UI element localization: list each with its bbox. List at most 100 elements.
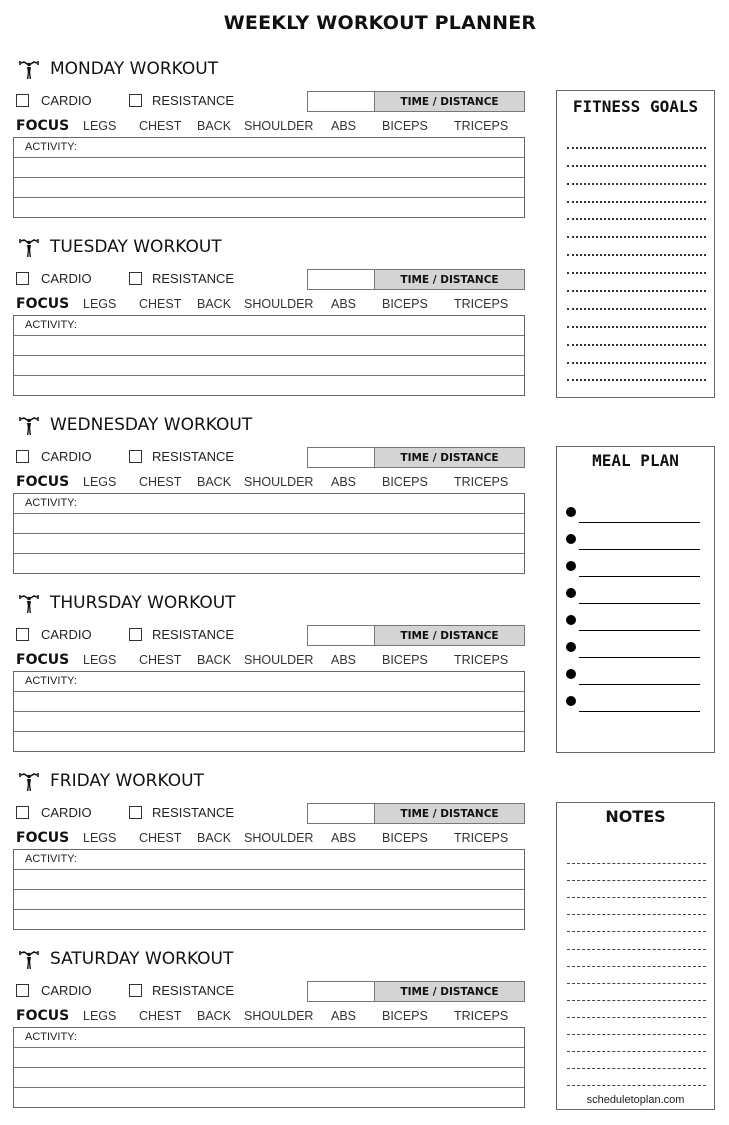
focus-option-abs[interactable]: ABS <box>331 119 356 133</box>
focus-option-shoulder[interactable]: SHOULDER <box>244 831 313 845</box>
activity-row[interactable]: ACTIVITY: <box>14 1028 524 1048</box>
time-distance-input[interactable] <box>308 448 375 467</box>
resistance-checkbox[interactable] <box>129 984 142 997</box>
focus-option-triceps[interactable]: TRICEPS <box>454 653 508 667</box>
note-line[interactable] <box>567 950 706 967</box>
cardio-checkbox[interactable] <box>16 450 29 463</box>
time-distance-input[interactable] <box>308 804 375 823</box>
activity-row[interactable] <box>14 554 524 573</box>
note-line[interactable] <box>567 967 706 984</box>
focus-option-triceps[interactable]: TRICEPS <box>454 297 508 311</box>
focus-option-abs[interactable]: ABS <box>331 297 356 311</box>
focus-option-shoulder[interactable]: SHOULDER <box>244 297 313 311</box>
cardio-checkbox[interactable] <box>16 94 29 107</box>
activity-row[interactable] <box>14 1088 524 1107</box>
focus-option-back[interactable]: BACK <box>197 1009 231 1023</box>
note-line[interactable] <box>567 1052 706 1070</box>
note-line[interactable] <box>567 1069 706 1087</box>
cardio-checkbox[interactable] <box>16 272 29 285</box>
note-line[interactable] <box>567 847 706 865</box>
resistance-checkbox[interactable] <box>129 450 142 463</box>
focus-option-triceps[interactable]: TRICEPS <box>454 831 508 845</box>
focus-option-shoulder[interactable]: SHOULDER <box>244 1009 313 1023</box>
goal-line[interactable] <box>567 310 706 328</box>
resistance-checkbox[interactable] <box>129 806 142 819</box>
activity-row[interactable] <box>14 534 524 554</box>
focus-option-abs[interactable]: ABS <box>331 653 356 667</box>
cardio-checkbox[interactable] <box>16 628 29 641</box>
goal-line[interactable] <box>567 220 706 239</box>
focus-option-biceps[interactable]: BICEPS <box>382 119 428 133</box>
focus-option-biceps[interactable]: BICEPS <box>382 475 428 489</box>
activity-row[interactable]: ACTIVITY: <box>14 672 524 692</box>
focus-option-chest[interactable]: CHEST <box>139 653 181 667</box>
focus-option-back[interactable]: BACK <box>197 831 231 845</box>
focus-option-chest[interactable]: CHEST <box>139 475 181 489</box>
goal-line[interactable] <box>567 131 706 149</box>
note-line[interactable] <box>567 1035 706 1053</box>
focus-option-legs[interactable]: LEGS <box>83 297 116 311</box>
activity-row[interactable] <box>14 732 524 751</box>
note-line[interactable] <box>567 1018 706 1036</box>
focus-option-back[interactable]: BACK <box>197 119 231 133</box>
activity-row[interactable] <box>14 336 524 356</box>
note-line[interactable] <box>567 864 706 882</box>
goal-line[interactable] <box>567 256 706 275</box>
activity-row[interactable] <box>14 198 524 217</box>
goal-line[interactable] <box>567 364 706 382</box>
focus-option-shoulder[interactable]: SHOULDER <box>244 653 313 667</box>
focus-option-abs[interactable]: ABS <box>331 475 356 489</box>
activity-row[interactable] <box>14 158 524 178</box>
note-line[interactable] <box>567 932 706 950</box>
activity-row[interactable] <box>14 178 524 198</box>
meal-item[interactable] <box>566 638 706 665</box>
time-distance-input[interactable] <box>308 626 375 645</box>
activity-row[interactable] <box>14 1068 524 1088</box>
activity-row[interactable]: ACTIVITY: <box>14 138 524 158</box>
meal-item[interactable] <box>566 611 706 638</box>
activity-row[interactable] <box>14 356 524 376</box>
goal-line[interactable] <box>567 167 706 185</box>
focus-option-triceps[interactable]: TRICEPS <box>454 475 508 489</box>
goal-line[interactable] <box>567 274 706 293</box>
resistance-checkbox[interactable] <box>129 628 142 641</box>
focus-option-chest[interactable]: CHEST <box>139 297 181 311</box>
focus-option-abs[interactable]: ABS <box>331 1009 356 1023</box>
activity-row[interactable] <box>14 910 524 929</box>
focus-option-triceps[interactable]: TRICEPS <box>454 119 508 133</box>
focus-option-biceps[interactable]: BICEPS <box>382 1009 428 1023</box>
activity-row[interactable] <box>14 1048 524 1068</box>
activity-row[interactable] <box>14 514 524 534</box>
focus-option-legs[interactable]: LEGS <box>83 653 116 667</box>
resistance-checkbox[interactable] <box>129 94 142 107</box>
activity-row[interactable] <box>14 870 524 890</box>
time-distance-input[interactable] <box>308 270 375 289</box>
meal-item[interactable] <box>566 665 706 692</box>
meal-item[interactable] <box>566 584 706 611</box>
goal-line[interactable] <box>567 185 706 203</box>
cardio-checkbox[interactable] <box>16 984 29 997</box>
website-footer[interactable]: scheduletoplan.com <box>557 1094 714 1106</box>
activity-row[interactable] <box>14 376 524 395</box>
note-line[interactable] <box>567 881 706 899</box>
focus-option-back[interactable]: BACK <box>197 297 231 311</box>
focus-option-biceps[interactable]: BICEPS <box>382 831 428 845</box>
resistance-checkbox[interactable] <box>129 272 142 285</box>
focus-option-chest[interactable]: CHEST <box>139 831 181 845</box>
focus-option-legs[interactable]: LEGS <box>83 475 116 489</box>
focus-option-back[interactable]: BACK <box>197 475 231 489</box>
meal-item[interactable] <box>566 503 706 530</box>
goal-line[interactable] <box>567 292 706 310</box>
focus-option-legs[interactable]: LEGS <box>83 119 116 133</box>
focus-option-back[interactable]: BACK <box>197 653 231 667</box>
cardio-checkbox[interactable] <box>16 806 29 819</box>
meal-item[interactable] <box>566 557 706 584</box>
activity-row[interactable]: ACTIVITY: <box>14 316 524 336</box>
activity-row[interactable] <box>14 712 524 732</box>
time-distance-input[interactable] <box>308 982 375 1001</box>
goal-line[interactable] <box>567 149 706 167</box>
activity-row[interactable]: ACTIVITY: <box>14 494 524 514</box>
note-line[interactable] <box>567 1001 706 1018</box>
focus-option-biceps[interactable]: BICEPS <box>382 653 428 667</box>
note-line[interactable] <box>567 984 706 1001</box>
